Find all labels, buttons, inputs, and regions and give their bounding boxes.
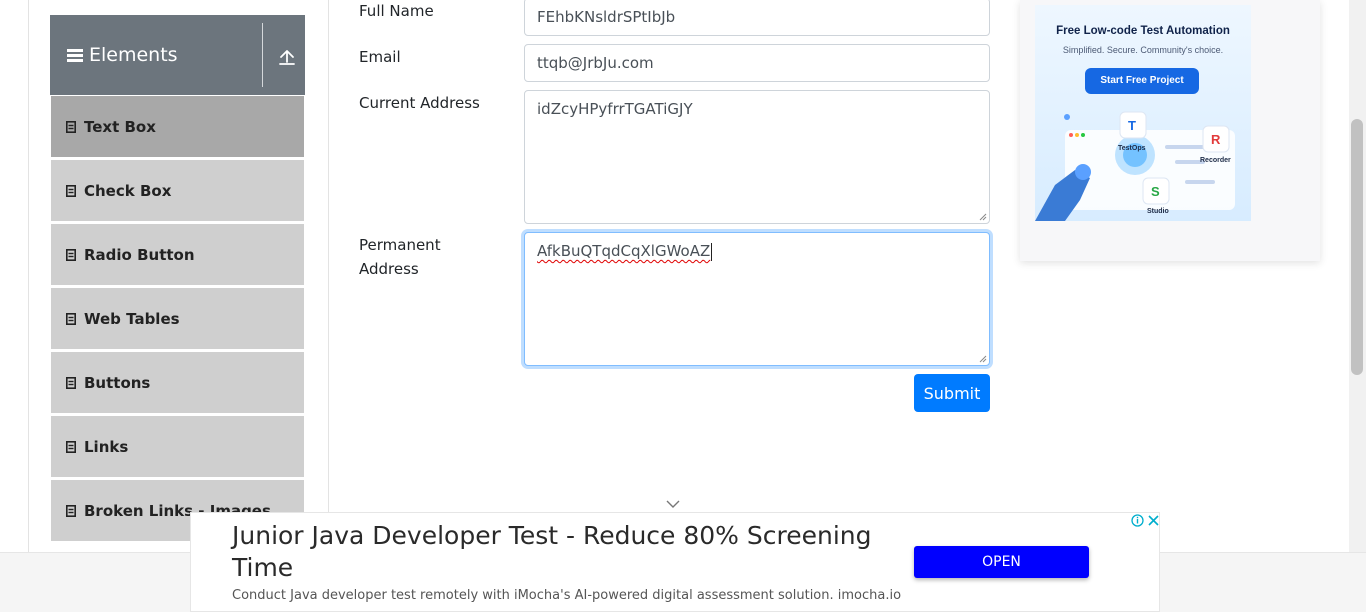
sidebar-item-check-box[interactable]: Check Box	[50, 159, 305, 223]
svg-text:T: T	[1128, 118, 1136, 133]
group-title: Elements	[50, 44, 178, 66]
sidebar: Elements Text Box Check Box Radio Button…	[50, 15, 305, 552]
hamburger-icon	[67, 48, 83, 62]
side-ad-title: Free Low-code Test Automation	[1056, 25, 1230, 37]
current-address-value: idZcyHPyfrrTGATiGJY	[537, 100, 693, 118]
current-address-label: Current Address	[359, 94, 480, 112]
email-label: Email	[359, 48, 401, 66]
bottom-ad-open-button[interactable]: OPEN	[914, 546, 1089, 578]
current-address-textarea[interactable]: idZcyHPyfrrTGATiGJY	[524, 90, 990, 224]
permanent-address-value: AfkBuQTqdCqXlGWoAZ	[537, 242, 711, 260]
sidebar-item-text-box[interactable]: Text Box	[50, 95, 305, 159]
header-divider	[262, 23, 263, 87]
bottom-ad-headline[interactable]: Junior Java Developer Test - Reduce 80% …	[232, 520, 892, 584]
sidebar-item-label: Radio Button	[84, 245, 195, 264]
menu-item-icon	[66, 248, 76, 261]
menu-item-icon	[66, 376, 76, 389]
full-name-label: Full Name	[359, 2, 434, 20]
sidebar-item-buttons[interactable]: Buttons	[50, 351, 305, 415]
sidebar-item-label: Check Box	[84, 181, 172, 200]
group-title-label: Elements	[89, 44, 178, 66]
side-ad-tag-studio: Studio	[1147, 208, 1169, 215]
side-ad-subtitle: Simplified. Secure. Community's choice.	[1062, 45, 1224, 55]
email-value: ttqb@JrbJu.com	[537, 54, 654, 72]
menu-item-icon	[66, 440, 76, 453]
side-ad-button[interactable]: Start Free Project	[1085, 68, 1199, 94]
text-caret	[711, 242, 713, 261]
menu-item-icon	[66, 504, 76, 517]
collapse-up-icon[interactable]	[278, 48, 296, 66]
menu-item-icon	[66, 312, 76, 325]
svg-text:S: S	[1151, 184, 1160, 199]
sidebar-item-links[interactable]: Links	[50, 415, 305, 479]
permanent-address-label-line1: Permanent	[359, 236, 441, 254]
sidebar-item-web-tables[interactable]: Web Tables	[50, 287, 305, 351]
full-name-input[interactable]: FEhbKNsldrSPtIbJb	[524, 0, 990, 36]
sidebar-item-label: Buttons	[84, 373, 151, 392]
adchoices-icon[interactable]	[1130, 513, 1145, 528]
side-ad-banner[interactable]: Free Low-code Test Automation Simplified…	[1035, 5, 1251, 221]
scrollbar-thumb[interactable]	[1351, 119, 1363, 375]
sidebar-item-label: Web Tables	[84, 309, 180, 328]
permanent-address-label: Permanent Address	[359, 233, 441, 281]
permanent-address-label-line2: Address	[359, 260, 419, 278]
elements-group-header[interactable]: Elements	[50, 15, 305, 95]
svg-text:R: R	[1211, 132, 1221, 147]
full-name-value: FEhbKNsldrSPtIbJb	[537, 8, 676, 26]
resize-handle-icon[interactable]	[979, 213, 987, 221]
resize-handle-icon[interactable]	[979, 355, 987, 363]
bottom-ad-description: Conduct Java developer test remotely wit…	[232, 588, 902, 603]
elements-menu: Text Box Check Box Radio Button Web Tabl…	[50, 95, 305, 543]
sidebar-item-label: Text Box	[84, 117, 156, 136]
menu-item-icon	[66, 120, 76, 133]
sidebar-divider	[328, 0, 329, 552]
chevron-down-icon[interactable]	[666, 499, 680, 509]
page-left-divider	[28, 0, 29, 552]
menu-item-icon	[66, 184, 76, 197]
side-ad-tag-recorder: Recorder	[1200, 157, 1231, 164]
sidebar-item-label: Links	[84, 437, 129, 456]
close-icon[interactable]	[1146, 513, 1161, 528]
bottom-ad-banner[interactable]: Junior Java Developer Test - Reduce 80% …	[190, 512, 1160, 612]
permanent-address-textarea[interactable]: AfkBuQTqdCqXlGWoAZ	[524, 232, 990, 366]
email-input[interactable]: ttqb@JrbJu.com	[524, 44, 990, 82]
submit-button[interactable]: Submit	[914, 374, 990, 412]
sidebar-item-radio-button[interactable]: Radio Button	[50, 223, 305, 287]
side-ad-tag-testops: TestOps	[1118, 145, 1146, 152]
